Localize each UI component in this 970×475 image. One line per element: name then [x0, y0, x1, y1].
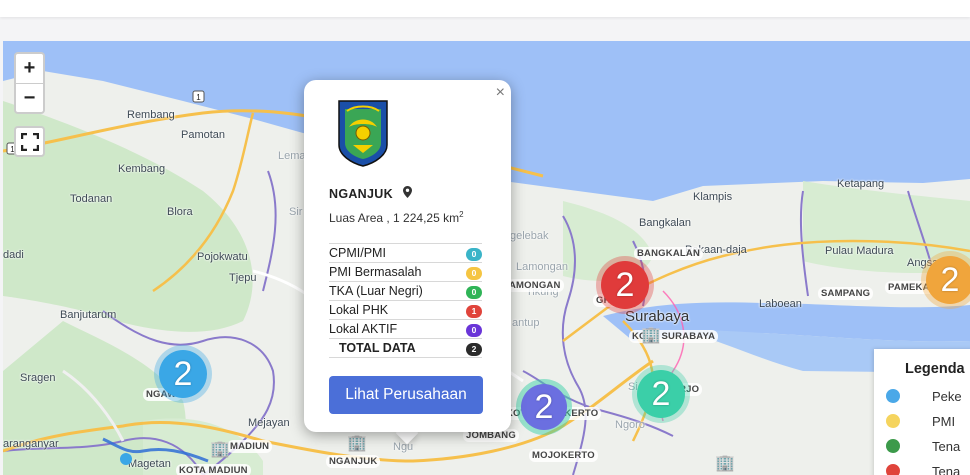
- place-label: Todanan: [70, 193, 113, 205]
- building-marker-icon[interactable]: 🏢: [641, 325, 661, 345]
- place-label: Mejayan: [248, 417, 290, 429]
- highway-shield: 1: [192, 90, 205, 103]
- zoom-out-button[interactable]: −: [16, 83, 43, 112]
- stats-row: PMI Bermasalah 0: [329, 262, 482, 282]
- place-label: dadi: [3, 249, 24, 261]
- place-label: gelebak: [510, 230, 549, 242]
- place-label: Pulau Madura: [825, 245, 894, 257]
- stats-count-badge: 1: [466, 304, 482, 318]
- popup-region-name: NGANJUK: [329, 187, 393, 201]
- building-marker-icon[interactable]: 🏢: [715, 453, 735, 473]
- legend-title: Legenda: [905, 361, 965, 377]
- top-header-bar: [0, 0, 970, 17]
- place-label: Pamotan: [181, 129, 226, 141]
- legend-dot: [886, 389, 900, 403]
- popup-area-text: Luas Area , 1 224,25 km: [329, 211, 460, 225]
- svg-text:1: 1: [196, 93, 201, 102]
- place-label: Blora: [167, 206, 193, 218]
- stats-row: Lokal AKTIF 0: [329, 319, 482, 339]
- place-label: Bangkalan: [639, 217, 691, 229]
- legend-item: PMI: [886, 411, 955, 431]
- place-label: Banjutarum: [60, 309, 117, 321]
- stats-label: Lokal PHK: [329, 300, 460, 320]
- cluster-marker-mojokerto[interactable]: 2: [521, 384, 567, 430]
- region-label-lamongan[interactable]: AMONGAN: [506, 279, 564, 292]
- popup-stats-table: CPMI/PMI 0 PMI Bermasalah 0 TKA (Luar Ne…: [329, 243, 482, 358]
- stats-label: Lokal AKTIF: [329, 319, 460, 339]
- stats-total-row: TOTAL DATA 2: [329, 338, 482, 358]
- cluster-marker-sidoarjo[interactable]: 2: [637, 370, 685, 418]
- popup-area-unit: 2: [459, 210, 464, 219]
- stats-count-badge: 0: [466, 323, 482, 337]
- legend-dot: [886, 414, 900, 428]
- place-label: aranganyar: [3, 438, 59, 450]
- fullscreen-icon: [20, 132, 39, 151]
- fullscreen-button[interactable]: [14, 126, 45, 157]
- place-label: Magetan: [128, 458, 171, 470]
- place-label: Ngoro: [615, 419, 645, 431]
- region-label-bangkalan[interactable]: BANGKALAN: [634, 247, 704, 260]
- legend-dot: [886, 464, 900, 475]
- place-label-city: Surabaya: [625, 308, 690, 325]
- place-label: Lamongan: [516, 261, 568, 273]
- place-label: Laboean: [759, 298, 802, 310]
- region-label-madiun[interactable]: MADIUN: [227, 440, 273, 453]
- map-container[interactable]: 1 1 Rembang Pamotan Kembang Todanan Blor…: [3, 41, 970, 475]
- stats-label: TKA (Luar Negri): [329, 281, 460, 301]
- legend-dot: [886, 439, 900, 453]
- region-label-sampang[interactable]: SAMPANG: [818, 287, 874, 300]
- location-dot[interactable]: [120, 453, 132, 465]
- location-pin-icon: [402, 186, 412, 198]
- map-legend: Legenda Peke PMI Tena Tena: [874, 349, 970, 475]
- region-label-nganjuk[interactable]: NGANJUK: [326, 455, 381, 468]
- place-label: Rembang: [127, 109, 175, 121]
- stats-count-badge: 0: [466, 285, 482, 299]
- cluster-marker-ngawi[interactable]: 2: [159, 350, 207, 398]
- place-label: Pojokwatu: [197, 251, 248, 263]
- legend-label: Tena: [932, 463, 961, 475]
- zoom-in-button[interactable]: +: [16, 54, 43, 83]
- place-label: Ngu: [393, 441, 414, 453]
- place-label: antup: [512, 317, 540, 329]
- stats-total-label: TOTAL DATA: [329, 338, 460, 358]
- place-label: Kembang: [118, 163, 166, 175]
- popup-area: Luas Area , 1 224,25 km2: [329, 210, 464, 225]
- zoom-control: + −: [14, 52, 45, 114]
- stats-label: PMI Bermasalah: [329, 262, 460, 282]
- building-marker-icon[interactable]: 🏢: [210, 439, 230, 459]
- legend-label: Tena: [932, 438, 961, 454]
- region-label-mojokerto[interactable]: MOJOKERTO: [529, 449, 598, 462]
- place-label: Sragen: [20, 372, 56, 384]
- legend-item: Tena: [886, 436, 960, 456]
- legend-label: Peke: [932, 388, 962, 404]
- stats-total-badge: 2: [466, 342, 482, 356]
- stats-row: TKA (Luar Negri) 0: [329, 281, 482, 301]
- region-popup: × NGANJUK Luas Area , 1 224,25 km2 CPMI/…: [304, 80, 511, 432]
- cluster-marker-pamekasan[interactable]: 2: [926, 256, 970, 304]
- place-label: Tjepu: [229, 272, 257, 284]
- region-label-kota-madiun[interactable]: KOTA MADIUN: [176, 464, 251, 475]
- popup-region-title: NGANJUK: [329, 186, 412, 201]
- view-companies-button[interactable]: Lihat Perusahaan: [329, 376, 483, 414]
- legend-item: Tena: [886, 461, 960, 475]
- stats-label: CPMI/PMI: [329, 243, 460, 263]
- place-label: Klampis: [693, 191, 733, 203]
- stats-count-badge: 0: [466, 266, 482, 280]
- stats-row: CPMI/PMI 0: [329, 243, 482, 263]
- place-label: Ketapang: [837, 178, 885, 190]
- stats-row: Lokal PHK 1: [329, 300, 482, 320]
- legend-item: Peke: [886, 386, 962, 406]
- legend-label: PMI: [932, 413, 956, 429]
- place-label: Sir: [289, 206, 303, 218]
- building-marker-icon[interactable]: 🏢: [347, 433, 367, 453]
- stats-count-badge: 0: [466, 247, 482, 261]
- place-label: Lema: [278, 150, 306, 162]
- regency-emblem-icon: [338, 100, 388, 167]
- cluster-marker-gresik[interactable]: 2: [601, 261, 649, 309]
- popup-close-button[interactable]: ×: [496, 84, 505, 102]
